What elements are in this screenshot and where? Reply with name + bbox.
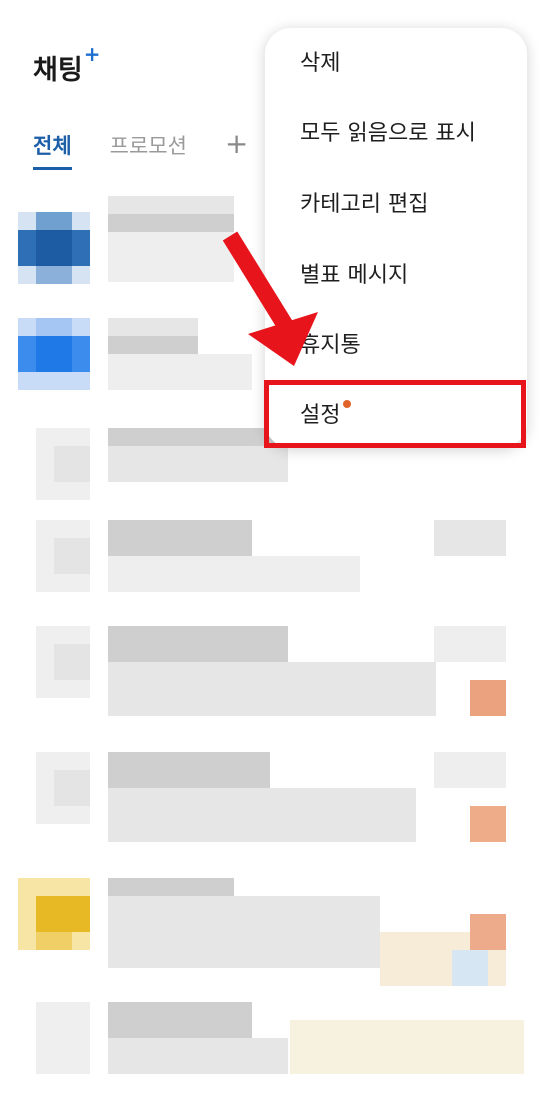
list-item[interactable] [0, 520, 540, 630]
menu-item-mark-all-read[interactable]: 모두 읽음으로 표시 [300, 120, 476, 148]
avatar [18, 428, 90, 500]
list-item[interactable] [0, 626, 540, 736]
avatar [18, 878, 90, 950]
list-item[interactable] [0, 878, 540, 988]
avatar [18, 318, 90, 390]
avatar [18, 752, 90, 824]
list-item[interactable] [0, 1002, 540, 1112]
app-title-text: 채팅 [33, 55, 83, 86]
avatar [18, 520, 90, 592]
add-tab-button[interactable]: + [225, 127, 248, 160]
tab-all[interactable]: 전체 [33, 130, 72, 170]
app-title: 채팅+ [33, 42, 100, 87]
menu-item-starred[interactable]: 별표 메시지 [300, 262, 408, 290]
avatar [18, 626, 90, 698]
list-item[interactable] [0, 752, 540, 862]
settings-highlight-box [264, 380, 526, 448]
menu-item-delete[interactable]: 삭제 [300, 50, 340, 78]
menu-item-edit-categories[interactable]: 카테고리 편집 [300, 191, 428, 219]
menu-item-trash[interactable]: 휴지통 [300, 332, 361, 360]
tab-bar: 전체 프로모션 + [33, 127, 248, 170]
avatar [18, 1002, 90, 1074]
tab-promotion[interactable]: 프로모션 [110, 130, 187, 160]
app-title-plus: + [83, 42, 101, 66]
avatar [18, 212, 90, 284]
